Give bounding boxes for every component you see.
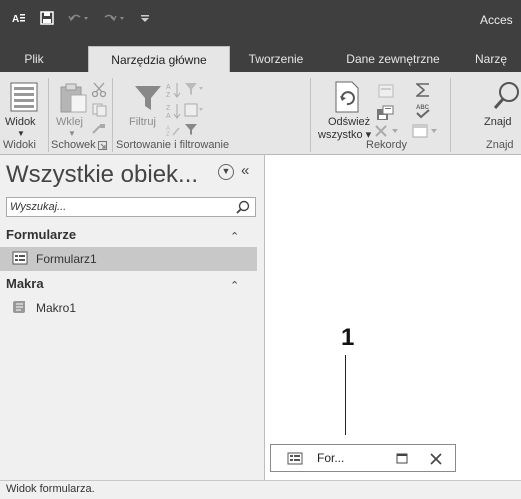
copy-icon[interactable] [92, 103, 108, 117]
refresh-label-line1: Odśwież [328, 116, 371, 128]
restore-window-icon[interactable] [396, 453, 408, 464]
more-records-icon[interactable] [412, 124, 440, 138]
paste-dropdown-icon: ▼ [68, 129, 76, 138]
group-title-clipboard: Schowek [51, 139, 96, 151]
svg-text:A: A [12, 14, 19, 24]
collapse-forms-icon[interactable]: ⌃ [230, 230, 239, 243]
format-painter-icon[interactable] [92, 124, 106, 134]
spelling-icon[interactable]: ABC [414, 102, 432, 120]
group-title-views: Widoki [3, 139, 37, 151]
tab-plik[interactable]: Plik [14, 46, 54, 72]
undo-icon[interactable] [68, 11, 90, 29]
quick-access-toolbar: A [12, 10, 150, 30]
refresh-icon [335, 81, 359, 113]
find-label: Znajd [484, 116, 512, 128]
view-label: Widok [5, 116, 36, 128]
window-title: Acces [480, 13, 513, 27]
save-icon[interactable] [40, 10, 54, 30]
nav-menu-chevron-icon[interactable]: ▼ [218, 164, 234, 180]
paste-label: Wklej [56, 116, 83, 128]
toggle-filter-icon[interactable] [184, 123, 198, 136]
section-header-macros[interactable]: Makra [6, 276, 44, 291]
document-workspace [265, 155, 521, 480]
macro-icon [13, 301, 25, 313]
paste-icon [60, 83, 87, 113]
status-text: Widok formularza. [6, 483, 95, 495]
form-icon [287, 452, 303, 465]
view-icon [10, 82, 38, 112]
nav-item-label: Formularz1 [36, 252, 97, 266]
totals-icon[interactable] [416, 82, 430, 98]
form-icon [12, 251, 28, 265]
shutter-bar-close-icon[interactable]: « [241, 162, 249, 179]
search-icon[interactable] [236, 200, 250, 214]
nav-item-formularz1[interactable]: Formularz1 [0, 247, 257, 271]
clipboard-launcher-icon[interactable] [98, 141, 107, 150]
status-bar: Widok formularza. [0, 480, 521, 499]
selection-filter-icon[interactable] [184, 82, 204, 96]
svg-text:A: A [166, 84, 171, 91]
delete-record-icon[interactable] [374, 125, 404, 137]
section-header-forms[interactable]: Formularze [6, 227, 76, 242]
svg-text:A: A [166, 113, 171, 119]
tab-narzedzia-glowne[interactable]: Narzędzia główne [88, 46, 230, 73]
cut-icon[interactable] [91, 82, 107, 98]
tab-dane-zewnetrzne[interactable]: Dane zewnętrzne [337, 46, 449, 72]
svg-text:Z: Z [166, 132, 170, 136]
refresh-label-line2: wszystko ▾ [318, 129, 372, 141]
nav-search-input[interactable] [10, 199, 225, 215]
sort-descending-icon[interactable]: ZA [166, 103, 182, 119]
access-logo-icon: A [12, 11, 26, 29]
group-title-find: Znajd [486, 139, 514, 151]
collapse-macros-icon[interactable]: ⌃ [230, 279, 239, 292]
filter-label: Filtruj [129, 116, 156, 128]
view-dropdown-icon: ▼ [17, 129, 25, 138]
remove-sort-icon[interactable]: AZ [166, 124, 180, 136]
nav-pane-title[interactable]: Wszystkie obiek... [6, 161, 198, 189]
navigation-pane: Wszystkie obiek... ▼ « Formularze ⌃ Form… [0, 155, 265, 480]
advanced-filter-icon[interactable] [184, 103, 204, 117]
nav-item-label: Makro1 [36, 301, 77, 315]
minimized-window-label: For... [317, 451, 345, 465]
minimized-form-window[interactable]: For... [270, 444, 456, 472]
new-record-icon[interactable] [378, 84, 394, 98]
callout-line [345, 355, 346, 435]
save-record-icon[interactable] [376, 105, 394, 121]
sort-ascending-icon[interactable]: AZ [166, 82, 182, 98]
title-bar: A Acces [0, 0, 521, 40]
nav-item-makro1[interactable]: Makro1 [0, 296, 257, 320]
svg-text:Z: Z [166, 92, 171, 98]
find-icon [493, 82, 519, 109]
close-icon[interactable] [430, 453, 442, 465]
redo-icon[interactable] [104, 11, 126, 29]
nav-search-box[interactable] [6, 197, 256, 217]
group-title-records: Rekordy [366, 139, 407, 151]
tab-tworzenie[interactable]: Tworzenie [234, 46, 318, 72]
access-window: A Acces Plik Narzędzia główne Tworzenie … [0, 0, 521, 499]
callout-number: 1 [341, 324, 355, 351]
filter-icon [135, 86, 161, 110]
ribbon: Widok ▼ Wklej ▼ Filtruj AZ ZA AZ Odśwież [0, 72, 521, 155]
customize-toolbar-icon[interactable] [140, 11, 150, 29]
ribbon-tabs: Plik Narzędzia główne Tworzenie Dane zew… [0, 40, 521, 73]
svg-text:Z: Z [166, 105, 171, 112]
tab-narzedzia-bazy[interactable]: Narzę [475, 46, 521, 72]
group-title-sort-filter: Sortowanie i filtrowanie [116, 139, 230, 151]
